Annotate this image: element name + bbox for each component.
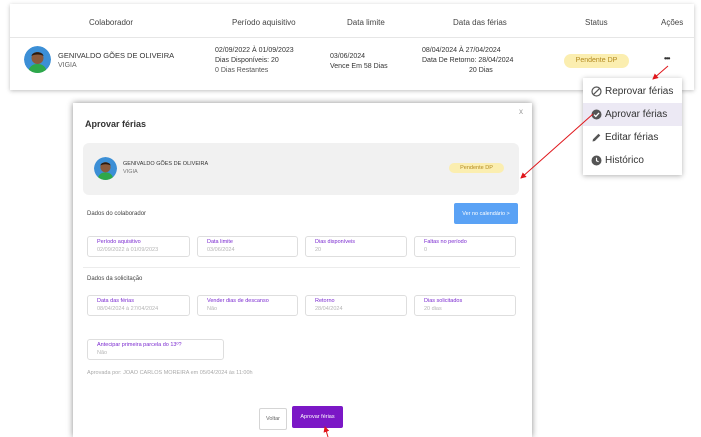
annotation-arrows bbox=[323, 65, 669, 437]
arrow-to-menu bbox=[652, 65, 669, 80]
arrow-to-modal bbox=[520, 113, 594, 179]
arrow-to-approve bbox=[323, 426, 330, 437]
